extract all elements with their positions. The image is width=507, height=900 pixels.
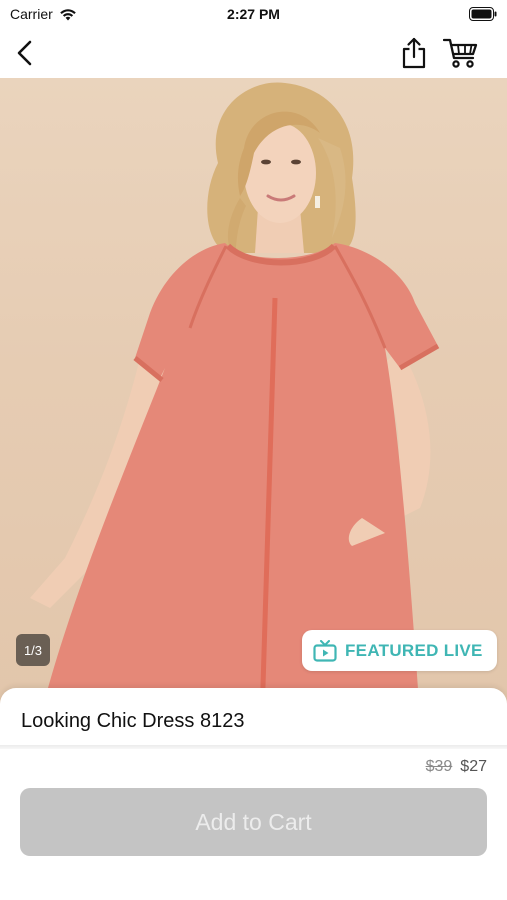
featured-live-label: FEATURED LIVE xyxy=(345,640,483,660)
product-image-gallery[interactable] xyxy=(0,78,507,718)
nav-bar xyxy=(0,28,507,78)
cart-icon xyxy=(443,38,478,68)
original-price: $39 xyxy=(425,758,453,775)
image-counter-badge: 1/3 xyxy=(16,634,50,666)
cart-button[interactable] xyxy=(442,34,480,72)
battery-icon xyxy=(469,7,497,21)
share-icon xyxy=(402,37,426,69)
tv-play-icon xyxy=(313,639,337,662)
product-photo xyxy=(30,82,440,718)
add-to-cart-button[interactable]: Add to Cart xyxy=(20,788,487,856)
divider xyxy=(0,745,507,749)
product-detail-sheet: Looking Chic Dress 8123 $39 $27 Add to C… xyxy=(0,688,507,900)
sale-price: $27 xyxy=(460,758,487,775)
back-button[interactable] xyxy=(6,34,44,72)
featured-live-badge[interactable]: FEATURED LIVE xyxy=(302,630,497,671)
price-row: $39 $27 xyxy=(426,758,487,776)
status-time: 2:27 PM xyxy=(227,6,280,22)
product-title: Looking Chic Dress 8123 xyxy=(21,710,245,732)
status-bar: Carrier 2:27 PM xyxy=(0,0,507,28)
back-chevron-icon xyxy=(17,40,32,66)
share-button[interactable] xyxy=(395,34,433,72)
